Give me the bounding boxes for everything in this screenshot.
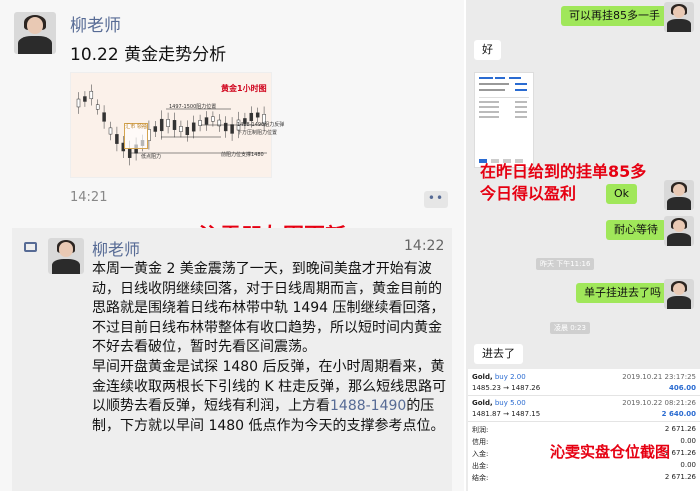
comment-time: 14:22 [404, 238, 445, 254]
message-out-4: 单子挂进去了吗 [576, 283, 669, 303]
summary-balance: 结余: 2 671.26 [472, 473, 696, 482]
candle-body [223, 122, 228, 132]
comment-text: 本周一黄金 2 美金震荡了一天，到晚间美盘才开始有波动，日线收阴继续回落，对于日… [92, 260, 448, 436]
message-out-2: Ok [606, 184, 638, 204]
trade-screenshot-graphic [479, 77, 529, 163]
overlay-caption-line2: 今日得以盈利 [480, 184, 577, 203]
comment-paragraph-2: 早间开盘黄金是试探 1480 后反弹，在小时周期看来，黄金连续收取两根长下引线的… [92, 358, 447, 434]
moments-panel: 柳老师 10.22 黄金走势分析 黄金1小时图 1497-1500阻力位置 14… [0, 0, 464, 491]
comment-paragraph-1: 本周一黄金 2 美金震荡了一天，到晚间美盘才开始有波动，日线收阴继续回落，对于日… [92, 261, 445, 356]
more-options-button[interactable]: •• [424, 191, 448, 208]
candle-body [76, 98, 81, 108]
message-in-2: 进去了 [474, 344, 523, 364]
post-author-name[interactable]: 柳老师 [70, 11, 121, 36]
candle-body [179, 126, 183, 132]
candle-body [191, 122, 196, 132]
system-timestamp-1: 昨天 下午11:16 [536, 258, 595, 270]
position-prices-1: 1485.23 → 1487.26 406.00 [472, 384, 696, 392]
positions-screenshot: Gold, buy 2.00 2019.10.21 23:17:25 1485.… [468, 369, 700, 491]
candle-body [159, 118, 164, 132]
gold-chart-image[interactable]: 黄金1小时图 1497-1500阻力位置 1488-1490阻力反弹 下方压制阻… [70, 72, 284, 178]
position-row-1[interactable]: Gold, buy 2.00 2019.10.21 23:17:25 [472, 373, 696, 381]
price-link[interactable]: 1488-1490 [330, 398, 406, 414]
overlay-positions-label: 沁雯实盘仓位截图 [550, 443, 671, 461]
chart-label-5: 前阻力位支撑1480 [221, 152, 264, 158]
self-avatar-4[interactable] [664, 279, 694, 309]
candle-body [83, 96, 87, 102]
author-avatar[interactable] [14, 12, 56, 54]
message-out-3: 耐心等待 [606, 220, 666, 240]
post-time: 14:21 [70, 190, 108, 205]
system-timestamp-2: 凌晨 0:23 [550, 322, 590, 334]
chat-panel: 可以再挂85多一手 好 在昨日给到的挂单85多 今日得以盈利 Ok 耐心等待 昨… [464, 0, 700, 491]
self-avatar-2[interactable] [664, 180, 694, 210]
candle-body [211, 116, 215, 122]
chart-watermark-stamp: 汇市 领袖 [124, 123, 148, 149]
summary-profit: 利润: 2 671.26 [472, 425, 696, 434]
chart-title: 黄金1小时图 [221, 84, 267, 93]
candle-body [115, 134, 119, 144]
candle-body [95, 104, 100, 110]
summary-withdraw: 出金: 0.00 [472, 461, 696, 470]
chart-label-3: 下方压制阻力位置 [237, 130, 278, 136]
position-prices-2: 1481.87 → 1487.15 2 640.00 [472, 410, 696, 418]
chart-label-4: 低点阻力 [141, 154, 162, 160]
comment-icon [24, 242, 37, 252]
candle-body [255, 112, 260, 118]
commenter-avatar[interactable] [48, 238, 84, 274]
message-out-1: 可以再挂85多一手 [561, 6, 668, 26]
comment-block: 柳老师 14:22 本周一黄金 2 美金震荡了一天，到晚间美盘才开始有波动，日线… [12, 228, 452, 491]
candle-body [185, 126, 190, 136]
message-in-1: 好 [474, 40, 501, 60]
candle-body [172, 120, 177, 130]
candle-body [108, 127, 113, 135]
candle-body [102, 112, 106, 122]
self-avatar[interactable] [664, 2, 694, 32]
post-title: 10.22 黄金走势分析 [70, 45, 227, 65]
chart-label-1: 1497-1500阻力位置 [169, 104, 217, 110]
chart-label-2: 1488-1490阻力反弹 [237, 122, 285, 128]
candle-body [249, 112, 254, 122]
self-avatar-3[interactable] [664, 216, 694, 246]
trade-screenshot-thumbnail[interactable] [474, 72, 534, 168]
position-row-2[interactable]: Gold, buy 5.00 2019.10.22 08:21:26 [472, 399, 696, 407]
candle-body [230, 124, 234, 134]
candle-body [204, 117, 209, 125]
candle-body [89, 90, 94, 100]
candle-body [166, 119, 170, 127]
candle-body [127, 148, 132, 158]
overlay-caption-line1: 在昨日给到的挂单85多 [480, 162, 647, 181]
comment-author-name[interactable]: 柳老师 [92, 236, 140, 260]
candle-body [153, 126, 158, 132]
